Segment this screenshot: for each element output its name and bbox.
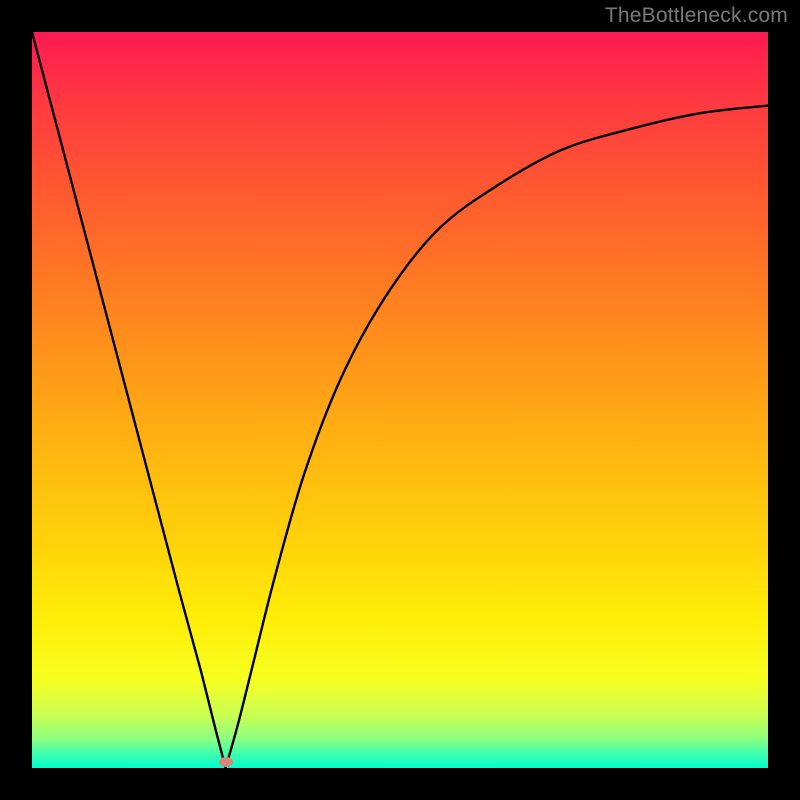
bottleneck-curve (32, 32, 768, 768)
optimum-marker (219, 757, 233, 767)
watermark-text: TheBottleneck.com (605, 4, 788, 28)
plot-area (32, 32, 768, 768)
chart-frame: TheBottleneck.com (0, 0, 800, 800)
